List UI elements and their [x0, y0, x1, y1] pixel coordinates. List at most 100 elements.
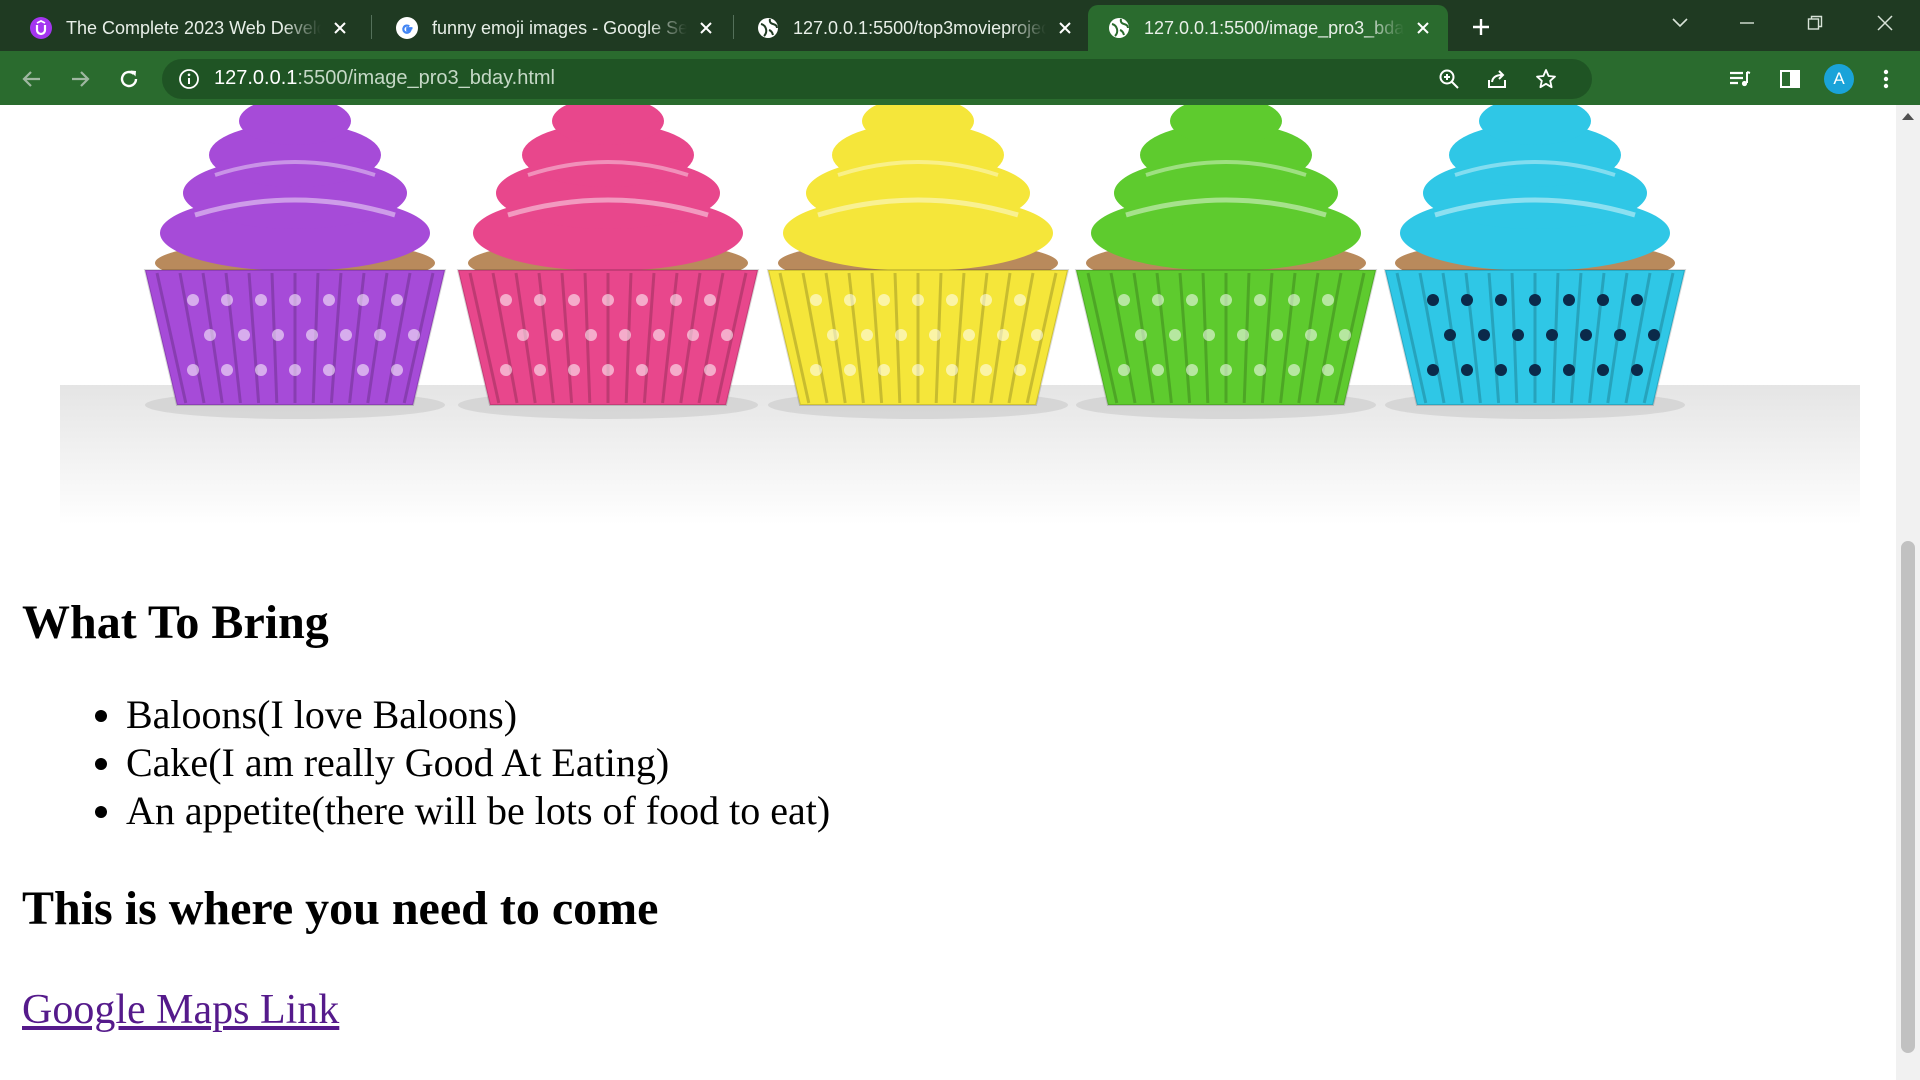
wrapper-dot [844, 364, 856, 376]
wrapper-dot [1512, 329, 1524, 341]
list-item: Baloons(I love Baloons) [126, 691, 1722, 739]
wrapper-dot [357, 364, 369, 376]
vertical-scrollbar[interactable] [1896, 105, 1920, 1080]
wrapper-dot [997, 329, 1009, 341]
list-item: Cake(I am really Good At Eating) [126, 739, 1722, 787]
address-bar[interactable]: 127.0.0.1:5500/image_pro3_bday.html [162, 59, 1592, 99]
zoom-icon[interactable] [1437, 67, 1461, 91]
profile-avatar[interactable]: A [1824, 64, 1854, 94]
page-viewport: What To Bring Baloons(I love Baloons) Ca… [0, 105, 1896, 1080]
wrapper-dot [963, 329, 975, 341]
tab-top3movieproject[interactable]: 127.0.0.1:5500/top3movieproject [737, 5, 1090, 51]
wrapper-dot [534, 364, 546, 376]
wrapper-dot [1631, 364, 1643, 376]
url-text[interactable]: 127.0.0.1:5500/image_pro3_bday.html [214, 67, 555, 90]
wrapper-dot [704, 294, 716, 306]
arrow-left-icon [22, 71, 40, 87]
globe-icon [1108, 17, 1130, 39]
arrow-right-icon [72, 71, 90, 87]
wrapper-dot [1220, 364, 1232, 376]
wrapper-dot [500, 364, 512, 376]
restore-icon [1807, 15, 1823, 30]
info-icon[interactable] [178, 68, 200, 90]
close-icon[interactable] [1054, 17, 1076, 39]
wrapper-dot [1495, 294, 1507, 306]
wrapper-dot [1220, 294, 1232, 306]
wrapper-dot [1339, 329, 1351, 341]
wrapper-dot [878, 294, 890, 306]
wrapper-dot [721, 329, 733, 341]
wrapper-dot [1186, 294, 1198, 306]
wrapper-dot [810, 364, 822, 376]
wrapper-dot [810, 294, 822, 306]
scroll-up-arrow-icon[interactable] [1902, 113, 1914, 120]
wrapper-dot [323, 364, 335, 376]
wrapper-dot [374, 329, 386, 341]
minimize-button[interactable] [1727, 6, 1767, 40]
star-icon[interactable] [1534, 67, 1558, 91]
forward-button[interactable] [64, 63, 96, 95]
close-icon[interactable] [695, 17, 717, 39]
wrapper-dot [238, 329, 250, 341]
wrapper-dot [636, 294, 648, 306]
wrapper-dot [187, 364, 199, 376]
menu-button[interactable] [1870, 63, 1902, 95]
wrapper-dot [551, 329, 563, 341]
what-to-bring-heading: What To Bring [22, 596, 329, 649]
wrapper-dot [980, 364, 992, 376]
tab-separator [733, 15, 734, 39]
wrapper-dot [687, 329, 699, 341]
wrapper-dot [1614, 329, 1626, 341]
wrapper-dot [1014, 294, 1026, 306]
wrapper-dot [1288, 364, 1300, 376]
wrapper-dot [844, 294, 856, 306]
tab-udemy[interactable]: The Complete 2023 Web Develop [10, 5, 365, 51]
tab-separator [371, 15, 372, 39]
google-icon [396, 17, 418, 39]
globe-icon [757, 17, 779, 39]
wrapper-dot [1118, 294, 1130, 306]
wrapper-dot [912, 364, 924, 376]
wrapper-dot [1478, 329, 1490, 341]
wrapper-dot [391, 294, 403, 306]
udemy-icon [30, 17, 52, 39]
tab-title: funny emoji images - Google Sea [432, 17, 687, 38]
wrapper-dot [221, 294, 233, 306]
wrapper-dot [289, 294, 301, 306]
tab-google-search[interactable]: funny emoji images - Google Sea [376, 5, 731, 51]
close-icon[interactable] [1412, 17, 1434, 39]
wrapper-dot [946, 364, 958, 376]
wrapper-dot [636, 364, 648, 376]
more-vertical-icon [1883, 69, 1889, 89]
wrapper-dot [357, 294, 369, 306]
reload-button[interactable] [113, 63, 145, 95]
restore-button[interactable] [1795, 6, 1835, 40]
tab-image-pro3-bday[interactable]: 127.0.0.1:5500/image_pro3_bday [1088, 5, 1448, 51]
wrapper-dot [1203, 329, 1215, 341]
new-tab-button[interactable] [1466, 12, 1496, 42]
scroll-thumb[interactable] [1901, 541, 1915, 1053]
wrapper-dot [1254, 294, 1266, 306]
wrapper-dot [670, 364, 682, 376]
wrapper-dot [878, 364, 890, 376]
wrapper-dot [895, 329, 907, 341]
tab-search-button[interactable] [1660, 6, 1700, 40]
side-panel-button[interactable] [1774, 63, 1806, 95]
browser-toolbar: 127.0.0.1:5500/image_pro3_bday.html A [0, 51, 1920, 105]
back-button[interactable] [16, 63, 48, 95]
share-icon[interactable] [1485, 67, 1509, 91]
media-controls-button[interactable] [1724, 63, 1756, 95]
wrapper-dot [1461, 364, 1473, 376]
wrapper-dot [653, 329, 665, 341]
plus-icon [1473, 19, 1489, 35]
wrapper-dot [1529, 364, 1541, 376]
wrapper-dot [619, 329, 631, 341]
wrapper-dot [1169, 329, 1181, 341]
wrapper-dot [1271, 329, 1283, 341]
tab-strip: The Complete 2023 Web Develop funny emoj… [0, 0, 1920, 51]
wrapper-dot [1631, 294, 1643, 306]
google-maps-link[interactable]: Google Maps Link [22, 985, 339, 1035]
close-icon [1877, 15, 1893, 31]
close-icon[interactable] [329, 17, 351, 39]
close-window-button[interactable] [1865, 6, 1905, 40]
